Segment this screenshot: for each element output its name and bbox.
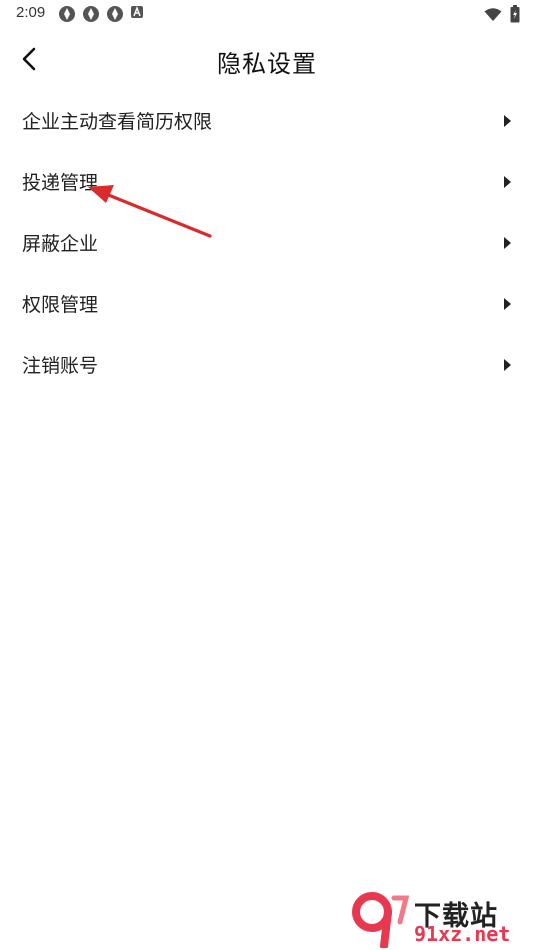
menu-item-block-companies[interactable]: 屏蔽企业	[0, 212, 534, 273]
menu-item-delete-account[interactable]: 注销账号	[0, 334, 534, 395]
chevron-right-icon	[504, 236, 511, 249]
notification-icon	[106, 5, 124, 23]
app-bar: 隐私设置	[0, 30, 534, 90]
menu-item-resume-view-permission[interactable]: 企业主动查看简历权限	[0, 90, 534, 151]
chevron-right-icon	[504, 175, 511, 188]
battery-icon	[510, 5, 520, 27]
status-time: 2:09	[16, 4, 46, 21]
menu-item-label: 企业主动查看简历权限	[22, 111, 213, 133]
chevron-right-icon	[504, 114, 511, 127]
menu-item-permission-management[interactable]: 权限管理	[0, 273, 534, 334]
notification-icon	[82, 5, 100, 23]
chevron-right-icon	[504, 358, 511, 371]
status-bar: 2:09	[0, 0, 534, 28]
menu-item-label: 注销账号	[22, 355, 99, 377]
a-icon	[130, 5, 148, 23]
chevron-right-icon	[504, 297, 511, 310]
page-title: 隐私设置	[217, 50, 317, 78]
watermark-domain: 91xz.net	[414, 922, 511, 946]
watermark-logo: 下载站 91xz.net	[350, 892, 530, 948]
menu-item-label: 屏蔽企业	[22, 233, 99, 255]
status-icons-left	[58, 5, 148, 23]
wifi-icon	[484, 7, 502, 26]
menu-item-delivery-management[interactable]: 投递管理	[0, 151, 534, 212]
settings-menu: 企业主动查看简历权限 投递管理 屏蔽企业 权限管理 注销账号	[0, 90, 534, 395]
notification-icon	[58, 5, 76, 23]
status-icons-right	[484, 5, 520, 27]
watermark-nine-icon	[352, 892, 410, 948]
menu-item-label: 权限管理	[22, 294, 99, 316]
menu-item-label: 投递管理	[22, 172, 99, 194]
